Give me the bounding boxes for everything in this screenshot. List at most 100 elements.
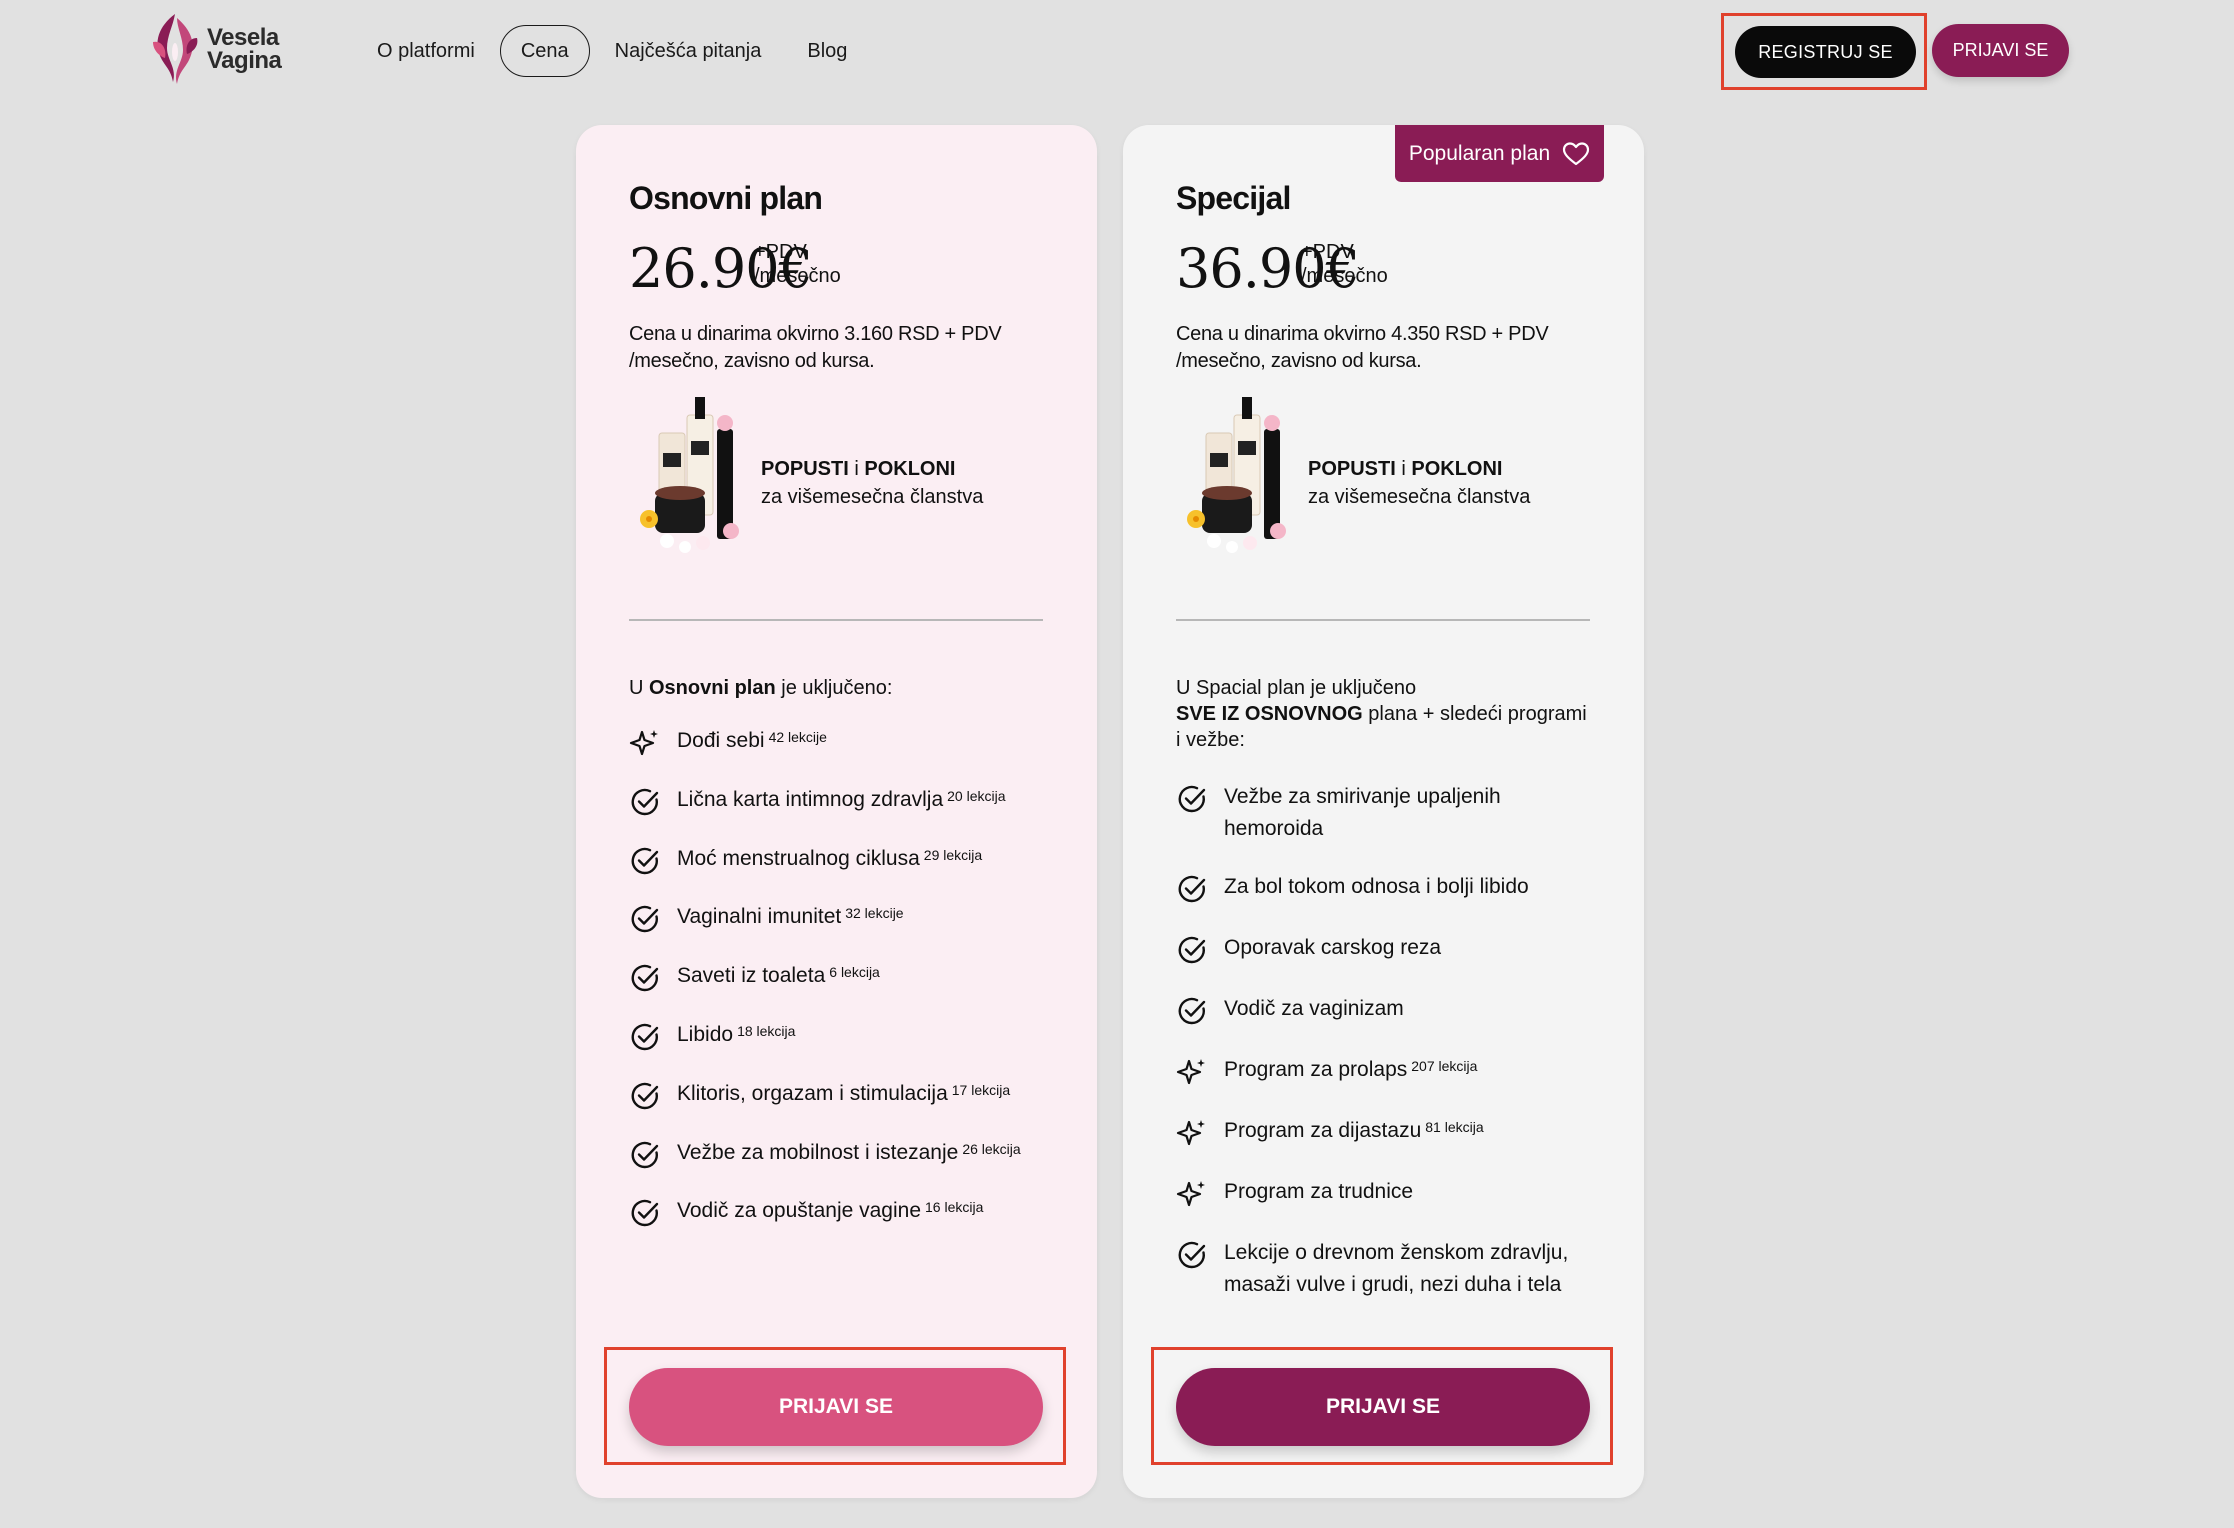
lesson-count: 18 lekcija (737, 1022, 796, 1039)
feature-item: Vaginalni imunitet 32 lekcije (629, 901, 1059, 960)
promo-subtitle: za višemesečna članstva (1308, 486, 1531, 508)
divider (629, 619, 1043, 621)
check-circle-icon (631, 1082, 659, 1109)
feature-text: Program za dijastazu (1224, 1119, 1422, 1142)
feature-item: Vežbe za smirivanje upaljenih hemoroida (1176, 781, 1606, 845)
lesson-count: 20 lekcija (947, 787, 1006, 804)
check-circle-icon (1178, 1241, 1206, 1269)
feature-item: Lična karta intimnog zdravlja 20 lekcija (629, 784, 1059, 843)
feature-text: Program za trudnice (1224, 1180, 1414, 1203)
feature-text: Lična karta intimnog zdravlja (677, 787, 944, 811)
promo-connector: i (1395, 458, 1412, 480)
check-circle-icon (631, 788, 659, 815)
lesson-count: 6 lekcija (829, 964, 880, 981)
included-heading: U Osnovni plan je uključeno: (629, 675, 1049, 701)
feature-item: Program za trudnice (1176, 1176, 1606, 1210)
period-label: /mesečno (1301, 265, 1388, 287)
heart-icon (1563, 141, 1590, 165)
feature-item: Libido 18 lekcija (629, 1019, 1059, 1078)
price-description: Cena u dinarima okvirno 3.160 RSD + PDV … (629, 323, 1002, 372)
price-note: +PDV /mesečno (1301, 240, 1388, 288)
promo-bold-popusti: POPUSTI (1308, 458, 1396, 480)
feature-item: Moć menstrualnog ciklusa 29 lekcija (629, 843, 1059, 902)
check-circle-icon (631, 1200, 659, 1227)
sparkle-icon (629, 730, 658, 756)
lesson-count: 81 lekcija (1425, 1119, 1484, 1135)
included-plan-name: Osnovni plan (649, 677, 776, 699)
sparkle-icon (1176, 1181, 1205, 1207)
check-circle-icon (1178, 997, 1206, 1025)
popular-badge: Popularan plan (1395, 125, 1604, 182)
nav-item-blog[interactable]: Blog (786, 25, 868, 77)
vat-label: +PDV (754, 241, 807, 263)
nav-item-cena[interactable]: Cena (499, 25, 590, 77)
feature-text: Klitoris, orgazam i stimulacija (677, 1081, 948, 1105)
feature-item: Za bol tokom odnosa i bolji libido (1176, 871, 1606, 905)
price-note: +PDV /mesečno (754, 240, 841, 288)
promo-bold-popusti: POPUSTI (761, 458, 849, 480)
feature-item: Vodič za opuštanje vagine 16 lekcija (629, 1195, 1059, 1254)
feature-text: Saveti iz toaleta (677, 964, 826, 988)
promo-connector: i (848, 458, 865, 480)
sparkle-icon (1176, 1120, 1205, 1146)
feature-list: Vežbe za smirivanje upaljenih hemoroida … (1176, 781, 1606, 1327)
lesson-count: 32 lekcije (845, 905, 904, 922)
feature-text: Program za prolaps (1224, 1058, 1408, 1081)
plan-title: Specijal (1176, 180, 1291, 216)
feature-item: Program za dijastazu 81 lekcija (1176, 1115, 1606, 1149)
feature-text: Libido (677, 1022, 734, 1046)
brand-line-1: Vesela (207, 24, 279, 51)
lesson-count: 29 lekcija (923, 846, 983, 863)
feature-item: Vodič za vaginizam (1176, 993, 1606, 1027)
feature-item: Oporavak carskog reza (1176, 932, 1606, 966)
brand-logo[interactable]: Vesela Vagina (147, 8, 297, 90)
check-circle-icon (1178, 785, 1206, 813)
feature-text: Vežbe za mobilnost i istezanje (677, 1140, 959, 1164)
included-heading: U Spacial plan je uključeno SVE IZ OSNOVN… (1176, 675, 1596, 753)
brand-name: Vesela Vagina (207, 24, 282, 73)
feature-text: Lekcije o drevnom ženskom zdravlju, masa… (1224, 1241, 1569, 1296)
lesson-count: 26 lekcija (962, 1140, 1021, 1157)
feature-item: Program za prolaps 207 lekcija (1176, 1054, 1606, 1088)
nav-item-najcesca-pitanja[interactable]: Najčešća pitanja (594, 25, 783, 77)
check-circle-icon (631, 1023, 659, 1051)
feature-text: Dođi sebi (677, 729, 765, 752)
promo-block: POPUSTI i POKLONI za višemesečna članstv… (629, 393, 1069, 563)
check-circle-icon (631, 906, 659, 933)
included-suffix: je uključeno: (775, 677, 893, 699)
included-bold: SVE IZ OSNOVNOG (1176, 703, 1363, 725)
promo-text: POPUSTI i POKLONI za višemesečna članstv… (1308, 455, 1530, 511)
promo-subtitle: za višemesečna članstva (761, 486, 984, 508)
included-prefix: U (629, 677, 649, 699)
period-label: /mesečno (754, 265, 841, 287)
promo-bold-pokloni: POKLONI (864, 458, 956, 480)
check-circle-icon (631, 847, 659, 874)
check-circle-icon (631, 964, 659, 992)
feature-text: Moć menstrualnog ciklusa (677, 846, 920, 870)
register-button[interactable]: REGISTRUJ SE (1735, 26, 1916, 78)
lesson-count: 42 lekcije (768, 729, 827, 745)
feature-text: Vežbe za smirivanje upaljenih hemoroida (1224, 785, 1501, 840)
feature-item: Dođi sebi 42 lekcije (629, 725, 1059, 784)
products-image (1187, 397, 1286, 553)
vat-label: +PDV (1301, 241, 1354, 263)
header-login-button[interactable]: PRIJAVI SE (1932, 24, 2069, 77)
nav-item-o-platformi[interactable]: O platformi (356, 25, 496, 77)
feature-list: Dođi sebi 42 lekcije Lična karta intimnog… (629, 725, 1059, 1254)
check-circle-icon (631, 1141, 659, 1168)
feature-item: Saveti iz toaleta 6 lekcija (629, 960, 1059, 1019)
plan-card-special: Popularan plan Specijal 36.90€ +PDV /mes… (1123, 125, 1644, 1498)
basic-plan-login-button[interactable]: PRIJAVI SE (629, 1368, 1043, 1446)
price-description: Cena u dinarima okvirno 4.350 RSD + PDV … (1176, 323, 1549, 372)
lesson-count: 17 lekcija (951, 1081, 1011, 1098)
feature-item: Vežbe za mobilnost i istezanje 26 lekcija (629, 1137, 1059, 1196)
feature-item: Klitoris, orgazam i stimulacija 17 lekcij… (629, 1078, 1059, 1137)
feature-text: Vodič za opuštanje vagine (677, 1199, 922, 1223)
lesson-count: 207 lekcija (1411, 1058, 1478, 1074)
logo-icon (153, 14, 198, 84)
special-plan-login-button[interactable]: PRIJAVI SE (1176, 1368, 1590, 1446)
divider (1176, 619, 1590, 621)
pricing-page: Vesela Vagina O platformi Cena Najčešća … (0, 0, 2234, 1528)
included-line-1: U Spacial plan je uključeno (1176, 677, 1417, 699)
main-nav: O platformi Cena Najčešća pitanja Blog (356, 25, 872, 77)
